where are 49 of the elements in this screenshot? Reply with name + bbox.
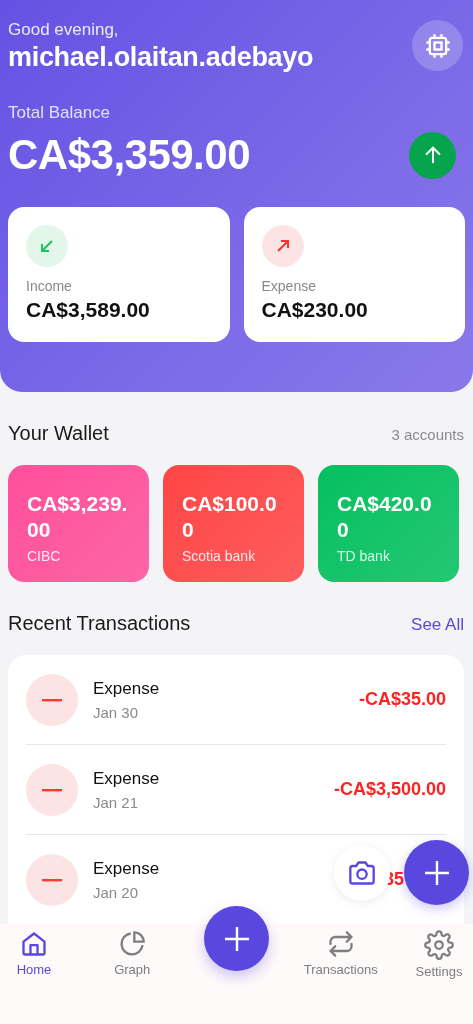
summary-amount: CA$230.00 — [261, 298, 369, 322]
summary-amount: CA$3,589.00 — [26, 298, 151, 322]
nav-tab[interactable]: Settings — [405, 930, 473, 979]
nav-tab[interactable]: Home — [0, 930, 68, 977]
account-card[interactable]: CA$420.00 TD bank — [318, 465, 459, 582]
home-icon — [20, 930, 48, 958]
bank-name: CIBC — [27, 548, 62, 564]
account-count: 3 accounts — [391, 426, 464, 443]
transaction-title: Expense — [93, 678, 160, 699]
settings-icon — [424, 930, 454, 960]
account-balance: CA$420.00 — [337, 491, 433, 543]
bank-name: TD bank — [337, 548, 391, 564]
total-balance: CA$3,359.00 — [8, 131, 250, 179]
plus-icon — [224, 926, 249, 951]
account-balance: CA$3,239.00 — [27, 491, 129, 543]
minus-icon — [26, 763, 78, 816]
nav-tab[interactable]: Transactions — [276, 930, 405, 977]
summary-label: Income — [26, 278, 73, 294]
plus-icon — [424, 860, 449, 885]
account-card[interactable]: CA$100.00 Scotia bank — [163, 465, 304, 582]
bank-name: Scotia bank — [182, 548, 257, 564]
balance-label: Total Balance — [8, 103, 112, 123]
nav-tab[interactable]: Graph — [68, 930, 197, 977]
account-card[interactable]: CA$3,239.00 CIBC — [8, 465, 149, 582]
minus-icon — [26, 673, 78, 726]
section-title: Recent Transactions — [8, 612, 191, 635]
transaction-date: Jan 20 — [93, 883, 140, 901]
arrow-down-left-icon — [26, 225, 68, 267]
transaction-date: Jan 30 — [93, 703, 140, 721]
swap-arrows-icon — [326, 930, 355, 958]
transaction-title: Expense — [93, 768, 160, 789]
see-all-link[interactable]: See All — [411, 615, 464, 635]
greeting: Good evening, — [8, 20, 120, 40]
chip-icon — [423, 31, 452, 60]
chip-button[interactable] — [412, 20, 463, 71]
username: michael.olaitan.adebayo — [8, 42, 314, 73]
arrow-up-right-icon — [261, 225, 304, 267]
section-title: Your Wallet — [8, 422, 109, 445]
minus-icon — [26, 853, 78, 906]
pie-chart-icon — [118, 930, 147, 958]
transaction-title: Expense — [93, 858, 160, 879]
summary-label: Expense — [261, 278, 317, 294]
add-button[interactable] — [204, 906, 269, 971]
account-balance: CA$100.00 — [182, 491, 278, 543]
up-arrow-button[interactable] — [409, 131, 456, 179]
transaction-date: Jan 21 — [93, 793, 140, 811]
camera-icon — [348, 860, 376, 886]
transaction-amount: -CA$35.00 — [358, 689, 446, 710]
transaction-amount: -CA$3,500.00 — [333, 779, 446, 800]
